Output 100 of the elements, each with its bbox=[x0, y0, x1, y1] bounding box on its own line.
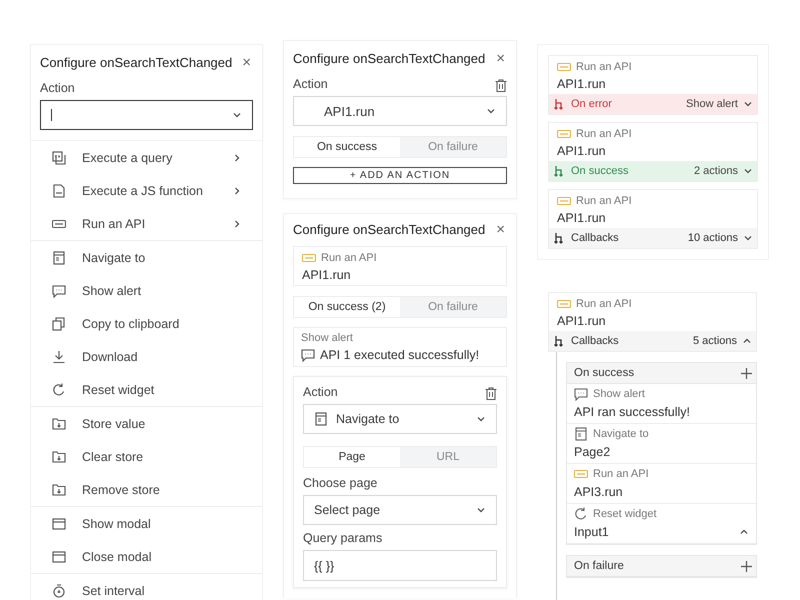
api-tag-icon bbox=[557, 127, 571, 141]
add-action-button[interactable]: + ADD AN ACTION bbox=[293, 167, 507, 184]
callback-bar[interactable]: On success 2 actions bbox=[549, 161, 757, 181]
close-button[interactable]: × bbox=[494, 220, 507, 238]
folder-icon bbox=[52, 416, 66, 430]
callback-label: Callbacks bbox=[571, 232, 620, 244]
field-label: Action bbox=[293, 77, 328, 91]
callback-summary: 10 actions bbox=[688, 232, 738, 244]
action-value: API3.run bbox=[574, 485, 623, 499]
expand-icon[interactable] bbox=[743, 166, 753, 176]
api-tag-icon bbox=[302, 251, 316, 265]
callback-card[interactable]: Show alert API 1 executed successfully! bbox=[293, 327, 507, 367]
api-tag-icon bbox=[557, 60, 571, 74]
dropdown-icon[interactable] bbox=[232, 110, 242, 120]
action-card[interactable]: Run an API API1.run Callbacks 5 actions bbox=[548, 292, 757, 352]
action-type: Navigate to bbox=[593, 428, 649, 440]
tab[interactable]: On success (2) bbox=[294, 297, 400, 317]
branch-icon bbox=[554, 98, 566, 110]
page-icon bbox=[574, 427, 588, 441]
menu-item[interactable]: Store value bbox=[31, 407, 262, 440]
expand-icon[interactable] bbox=[743, 233, 753, 243]
branch-icon bbox=[554, 334, 566, 348]
menu-item[interactable]: Download bbox=[31, 340, 262, 373]
reset-icon bbox=[574, 507, 588, 521]
menu-item[interactable]: Run an API bbox=[31, 207, 262, 240]
tab[interactable]: Page bbox=[304, 447, 400, 467]
page-icon bbox=[52, 250, 66, 264]
callback-bar[interactable]: Callbacks 5 actions bbox=[549, 331, 756, 351]
api-tag-icon bbox=[574, 467, 588, 481]
page-icon bbox=[314, 412, 328, 426]
code-window-icon bbox=[52, 150, 66, 164]
panel-title: Configure onSearchTextChanged bbox=[40, 54, 232, 70]
action-select[interactable]: Navigate to bbox=[303, 404, 497, 434]
trash-icon[interactable] bbox=[495, 79, 507, 92]
action-type: Show alert bbox=[301, 332, 354, 344]
action-type: Run an API bbox=[576, 128, 632, 140]
field-label: Choose page bbox=[303, 476, 378, 490]
callback-item[interactable]: Reset widget Input1 bbox=[567, 504, 756, 544]
add-icon[interactable] bbox=[741, 368, 752, 378]
menu-item[interactable]: Show modal bbox=[31, 507, 262, 540]
dropdown-icon[interactable] bbox=[476, 505, 486, 515]
field-label: Query params bbox=[303, 531, 384, 545]
close-button[interactable]: × bbox=[240, 54, 253, 70]
text-cursor bbox=[51, 109, 52, 121]
menu-item[interactable]: Navigate to bbox=[31, 241, 262, 274]
window-icon bbox=[52, 550, 66, 564]
close-button[interactable]: × bbox=[494, 50, 507, 66]
api-tag-icon bbox=[557, 297, 571, 311]
callback-summary: 2 actions bbox=[694, 165, 738, 177]
action-card[interactable]: Run an API API1.run On success 2 actions bbox=[548, 122, 758, 182]
copy-icon bbox=[52, 316, 66, 330]
trash-icon[interactable] bbox=[485, 387, 497, 400]
callback-item[interactable]: Show alert API ran successfully! bbox=[567, 384, 756, 424]
dropdown-icon[interactable] bbox=[476, 414, 486, 424]
action-value: API1.run bbox=[557, 211, 607, 225]
action-type: Run an API bbox=[576, 298, 632, 310]
action-value: Input1 bbox=[574, 525, 609, 539]
submenu-icon[interactable] bbox=[232, 186, 242, 196]
menu-item[interactable]: Execute a JS function bbox=[31, 174, 262, 207]
action-select[interactable]: API1.run bbox=[293, 96, 507, 126]
callback-item[interactable]: Run an API API3.run bbox=[567, 464, 756, 504]
action-type: Reset widget bbox=[593, 508, 657, 520]
panel-title: Configure onSearchTextChanged bbox=[293, 222, 486, 236]
callback-label: Callbacks bbox=[571, 335, 620, 347]
action-type: Run an API bbox=[593, 468, 649, 480]
callback-label: On success bbox=[571, 165, 630, 177]
action-card[interactable]: Run an API API1.run On error Show alert bbox=[548, 55, 758, 115]
callback-bar[interactable]: On error Show alert bbox=[549, 94, 757, 114]
submenu-icon[interactable] bbox=[232, 152, 242, 162]
dropdown-icon[interactable] bbox=[486, 106, 496, 116]
panel-title: Configure onSearchTextChanged bbox=[293, 50, 486, 66]
download-icon bbox=[52, 350, 66, 364]
action-type: Run an API bbox=[576, 195, 632, 207]
menu-item[interactable]: Execute a query bbox=[31, 141, 262, 174]
menu-item[interactable]: Reset widget bbox=[31, 373, 262, 406]
submenu-icon[interactable] bbox=[232, 218, 242, 228]
add-icon[interactable] bbox=[741, 560, 752, 572]
group-title: On failure bbox=[574, 560, 624, 572]
tab[interactable]: On success bbox=[294, 137, 400, 157]
action-card[interactable]: Run an API API1.run bbox=[293, 246, 507, 286]
speech-bubble-icon bbox=[301, 348, 315, 362]
query-params-field[interactable]: {{ }} bbox=[303, 550, 497, 581]
menu-item[interactable]: Close modal bbox=[31, 540, 262, 573]
action-value: API ran successfully! bbox=[574, 405, 690, 419]
callback-label: On error bbox=[571, 98, 613, 110]
menu-item[interactable]: Show alert bbox=[31, 274, 262, 307]
page-select[interactable]: Select page bbox=[303, 495, 497, 525]
callback-item[interactable]: Navigate to Page2 bbox=[567, 424, 756, 464]
menu-item[interactable]: Clear store bbox=[31, 440, 262, 473]
menu-item[interactable]: Remove store bbox=[31, 473, 262, 506]
script-file-icon bbox=[52, 184, 66, 198]
menu-item[interactable]: Copy to clipboard bbox=[31, 307, 262, 340]
action-select[interactable] bbox=[40, 100, 253, 130]
menu-item[interactable]: Set interval bbox=[31, 574, 262, 600]
expand-icon[interactable] bbox=[743, 99, 753, 109]
speech-bubble-icon bbox=[52, 284, 66, 298]
action-card[interactable]: Run an API API1.run Callbacks 10 actions bbox=[548, 189, 758, 249]
action-type: Run an API bbox=[321, 252, 377, 264]
callback-bar[interactable]: Callbacks 10 actions bbox=[549, 228, 757, 248]
action-value: API1.run bbox=[302, 268, 352, 282]
